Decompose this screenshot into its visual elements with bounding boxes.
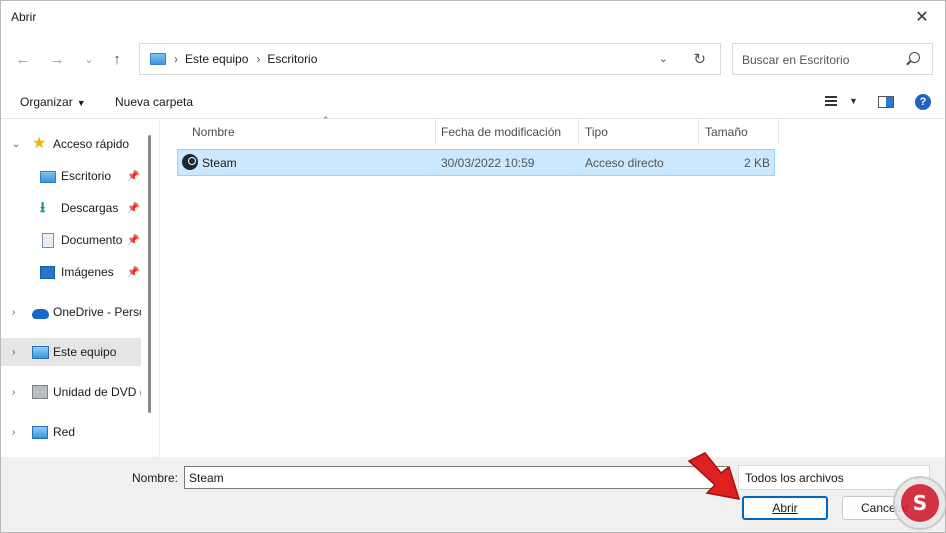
sidebar-item-label: Este equipo bbox=[53, 345, 117, 359]
title-bar: Abrir ✕ bbox=[1, 1, 945, 33]
new-folder-button[interactable]: Nueva carpeta bbox=[115, 95, 193, 109]
close-button[interactable]: ✕ bbox=[899, 1, 945, 33]
window-title: Abrir bbox=[11, 10, 37, 24]
pictures-icon bbox=[40, 266, 55, 279]
watermark-logo-icon: S bbox=[893, 476, 945, 530]
file-list: ⌃ Nombre Fecha de modificación Tipo Tama… bbox=[159, 115, 945, 457]
column-header-name[interactable]: ⌃ Nombre bbox=[177, 115, 436, 145]
breadcrumb-separator: › bbox=[256, 52, 261, 66]
pin-icon: 📌 bbox=[127, 202, 140, 214]
file-modified: 30/03/2022 10:59 bbox=[441, 156, 535, 170]
download-icon: ⭳ bbox=[40, 199, 46, 216]
view-options-dropdown-icon[interactable]: ▼ bbox=[849, 96, 858, 106]
sidebar-item-onedrive[interactable]: › OneDrive - Personal bbox=[1, 298, 141, 326]
chevron-right-icon[interactable]: › bbox=[12, 347, 15, 358]
column-header-label: Nombre bbox=[192, 125, 235, 139]
dialog-footer: Nombre: Steam ⌄ Todos los archivos ⌄ Abr… bbox=[1, 457, 945, 532]
open-button-label: Abrir bbox=[772, 501, 798, 515]
file-type: Acceso directo bbox=[585, 156, 664, 170]
file-size: 2 KB bbox=[743, 156, 770, 170]
preview-pane-icon[interactable] bbox=[878, 96, 894, 108]
column-header-type[interactable]: Tipo bbox=[579, 119, 699, 145]
back-arrow-icon[interactable]: ← bbox=[11, 47, 35, 71]
filetype-value: Todos los archivos bbox=[745, 471, 844, 485]
annotation-arrow-icon bbox=[687, 452, 741, 500]
sidebar-item-escritorio[interactable]: Escritorio 📌 bbox=[1, 162, 141, 190]
breadcrumb-este-equipo[interactable]: Este equipo bbox=[185, 52, 248, 66]
column-header-modified[interactable]: Fecha de modificación bbox=[436, 119, 579, 145]
svg-text:S: S bbox=[913, 491, 927, 515]
this-pc-icon bbox=[150, 53, 166, 65]
sidebar-item-este-equipo[interactable]: › Este equipo bbox=[1, 338, 141, 366]
forward-arrow-icon[interactable]: → bbox=[45, 47, 69, 71]
chevron-down-icon: ▼ bbox=[76, 98, 86, 108]
pin-icon: 📌 bbox=[127, 170, 140, 182]
document-icon bbox=[42, 232, 54, 248]
help-icon[interactable]: ? bbox=[915, 94, 931, 110]
search-placeholder: Buscar en Escritorio bbox=[742, 53, 850, 67]
sidebar-item-dvd[interactable]: › Unidad de DVD ( bbox=[1, 378, 141, 406]
navigation-scrollbar[interactable] bbox=[148, 135, 151, 413]
filename-field[interactable]: Steam bbox=[184, 466, 728, 489]
address-bar[interactable]: › Este equipo › Escritorio ⌄ ↻ bbox=[139, 43, 721, 75]
open-file-dialog: Abrir ✕ ← → ⌄ ↑ › Este equipo › Escritor… bbox=[0, 0, 946, 533]
sidebar-item-documentos[interactable]: Documentos 📌 bbox=[1, 226, 141, 254]
address-dropdown-icon[interactable]: ⌄ bbox=[659, 52, 668, 65]
breadcrumb-escritorio[interactable]: Escritorio bbox=[267, 52, 317, 66]
organize-button[interactable]: Organizar ▼ bbox=[20, 95, 86, 109]
chevron-down-icon[interactable]: ⌄ bbox=[12, 139, 20, 150]
navigation-pane: ⌄ ★ Acceso rápido Escritorio 📌 ⭳ Descarg… bbox=[1, 119, 159, 457]
command-bar: Organizar ▼ Nueva carpeta ▼ ? bbox=[1, 85, 945, 119]
sidebar-item-descargas[interactable]: ⭳ Descargas 📌 bbox=[1, 194, 141, 222]
breadcrumb-separator: › bbox=[174, 52, 178, 66]
search-input[interactable]: Buscar en Escritorio bbox=[732, 43, 933, 75]
sidebar-item-label: Imágenes bbox=[61, 265, 114, 279]
sidebar-item-label: Documentos bbox=[61, 233, 123, 247]
details-view-icon[interactable] bbox=[825, 96, 837, 106]
dvd-icon bbox=[32, 385, 48, 399]
open-button[interactable]: Abrir bbox=[742, 496, 828, 520]
pin-icon: 📌 bbox=[127, 234, 140, 246]
file-row-steam[interactable]: Steam 30/03/2022 10:59 Acceso directo 2 … bbox=[177, 149, 775, 176]
pc-icon bbox=[32, 345, 49, 359]
search-icon[interactable] bbox=[909, 52, 920, 63]
cloud-icon bbox=[32, 308, 49, 319]
sort-ascending-icon: ⌃ bbox=[322, 115, 330, 125]
refresh-icon[interactable]: ↻ bbox=[693, 50, 706, 68]
desktop-icon bbox=[40, 171, 56, 183]
navigation-bar: ← → ⌄ ↑ › Este equipo › Escritorio ⌄ ↻ B… bbox=[1, 39, 945, 79]
column-header-size[interactable]: Tamaño bbox=[699, 119, 779, 145]
pin-icon: 📌 bbox=[127, 266, 140, 278]
chevron-right-icon[interactable]: › bbox=[12, 307, 15, 318]
star-icon: ★ bbox=[32, 135, 47, 152]
organize-label: Organizar bbox=[20, 95, 73, 109]
sidebar-item-imagenes[interactable]: Imágenes 📌 bbox=[1, 258, 141, 286]
network-icon bbox=[32, 425, 48, 439]
sidebar-item-label: Escritorio bbox=[61, 169, 112, 183]
sidebar-item-label: Acceso rápido bbox=[53, 137, 130, 151]
sidebar-item-label: Descargas bbox=[61, 201, 119, 215]
sidebar-item-red[interactable]: › Red bbox=[1, 418, 141, 446]
sidebar-item-acceso-rapido[interactable]: ⌄ ★ Acceso rápido bbox=[1, 130, 141, 158]
sidebar-item-label: OneDrive - Personal bbox=[53, 305, 141, 319]
recent-locations-icon[interactable]: ⌄ bbox=[77, 47, 101, 71]
up-arrow-icon[interactable]: ↑ bbox=[105, 47, 129, 71]
sidebar-item-label: Red bbox=[53, 425, 76, 439]
steam-icon bbox=[182, 154, 198, 170]
chevron-right-icon[interactable]: › bbox=[12, 387, 15, 398]
filename-label: Nombre: bbox=[132, 471, 179, 485]
chevron-right-icon[interactable]: › bbox=[12, 427, 15, 438]
sidebar-item-label: Unidad de DVD ( bbox=[53, 385, 141, 399]
file-name: Steam bbox=[202, 156, 237, 170]
